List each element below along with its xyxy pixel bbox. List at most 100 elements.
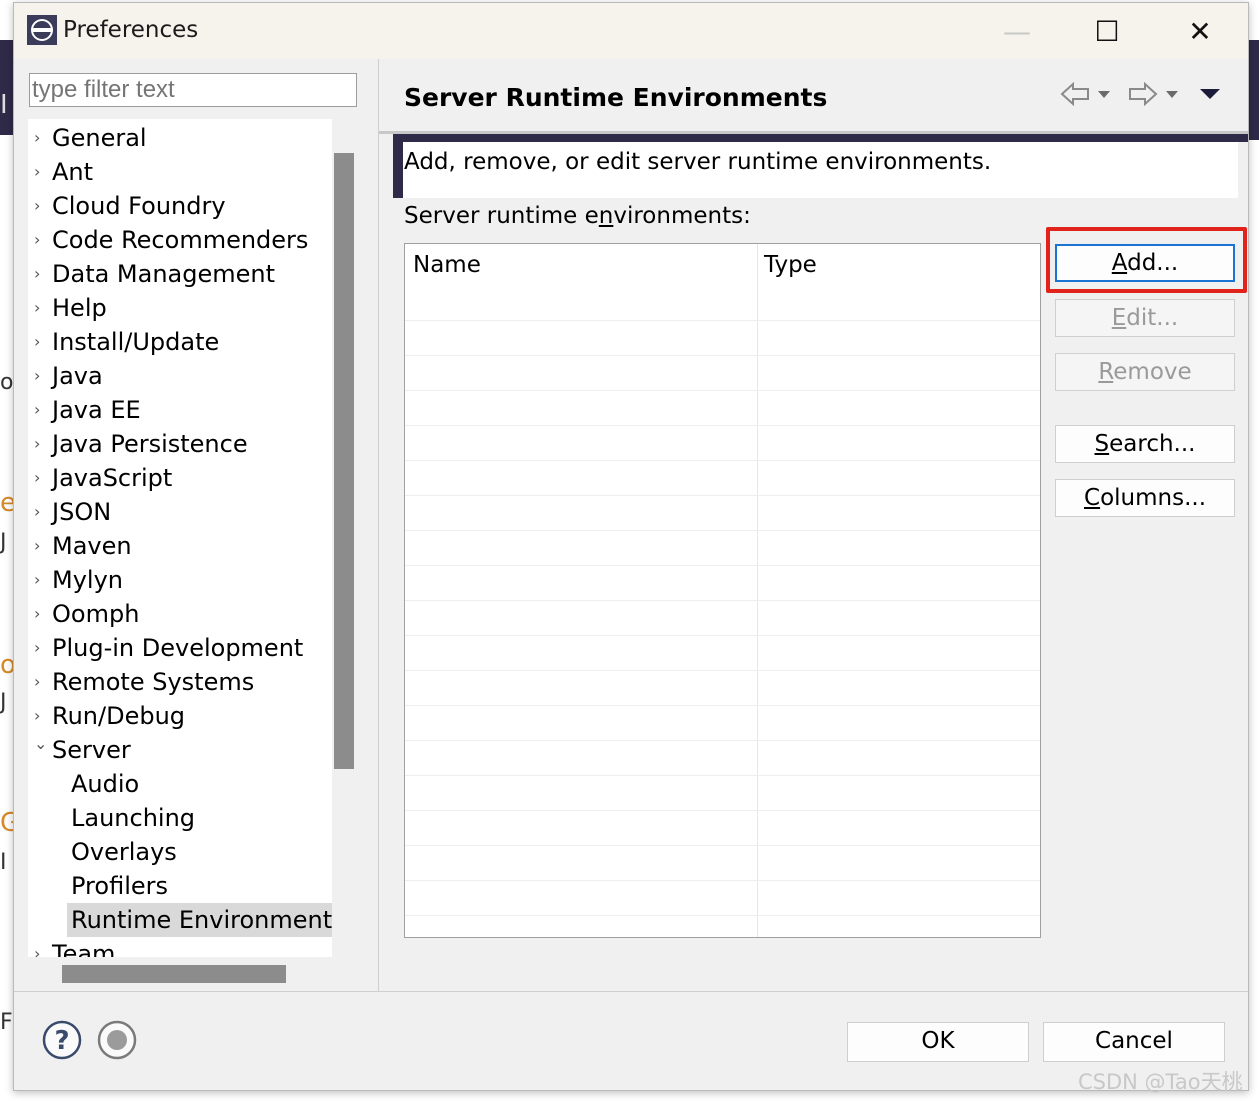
tree-item-label: Overlays [71, 838, 177, 866]
svg-text:?: ? [54, 1026, 69, 1056]
columns-button[interactable]: Columns... [1055, 479, 1235, 517]
label-text: Server runtime e [404, 203, 599, 229]
forward-arrow-icon[interactable] [1128, 81, 1158, 107]
record-macro-icon[interactable] [97, 1020, 137, 1060]
chevron-right-icon[interactable]: › [34, 121, 48, 155]
tree-item-label: General [52, 124, 147, 152]
table-row [405, 845, 1040, 846]
search-mnemonic: S [1094, 431, 1110, 457]
tree-item-label: Java EE [52, 396, 141, 424]
background-header-band [0, 40, 14, 135]
description-band [393, 134, 1248, 142]
cancel-button[interactable]: Cancel [1043, 1022, 1225, 1062]
tree-horizontal-scroll-thumb[interactable] [62, 965, 286, 983]
tree-item-label: Java Persistence [52, 430, 248, 458]
chevron-right-icon[interactable]: › [34, 223, 48, 257]
table-row [405, 600, 1040, 601]
chevron-right-icon[interactable]: › [34, 359, 48, 393]
chevron-right-icon[interactable]: › [34, 155, 48, 189]
table-row [405, 460, 1040, 461]
tree-item-label: Remote Systems [52, 668, 255, 696]
watermark: CSDN @Tao天桃 [1078, 1070, 1243, 1094]
tree-item-label: Team [52, 940, 116, 957]
preference-tree[interactable]: › General › Ant › Cloud Foundry › Code Recommen… [28, 119, 358, 957]
search-button[interactable]: Search... [1055, 425, 1235, 463]
edit-mnemonic: E [1111, 305, 1127, 331]
chevron-right-icon[interactable]: › [34, 393, 48, 427]
table-row [405, 915, 1040, 916]
tree-item-label: Runtime Environments [67, 903, 349, 937]
help-icon[interactable]: ? [42, 1020, 82, 1060]
runtime-list-label: Server runtime environments: [404, 203, 751, 229]
table-row [405, 635, 1040, 636]
forward-history-dropdown-icon[interactable] [1164, 86, 1180, 102]
background-window: I o e J o J G I Fr [0, 0, 20, 1101]
chevron-right-icon[interactable]: › [34, 189, 48, 223]
tree-item-label: Audio [71, 770, 140, 798]
edit-button: Edit... [1055, 299, 1235, 337]
label-mnemonic: n [598, 203, 614, 229]
footer-separator [14, 991, 1248, 992]
chevron-right-icon[interactable]: › [34, 597, 48, 631]
chevron-right-icon[interactable]: › [34, 937, 48, 957]
columns-label: olumns... [1100, 485, 1206, 511]
ok-button[interactable]: OK [847, 1022, 1029, 1062]
add-button-highlight [1046, 227, 1247, 293]
page-title: Server Runtime Environments [404, 83, 828, 112]
chevron-right-icon[interactable]: › [34, 529, 48, 563]
title-bar: Preferences — ☐ ✕ [14, 3, 1248, 59]
close-button[interactable]: ✕ [1177, 11, 1223, 51]
remove-button: Remove [1055, 353, 1235, 391]
page-description: Add, remove, or edit server runtime envi… [404, 149, 992, 175]
preferences-dialog: Preferences — ☐ ✕ ›General›Ant›Cloud Fou… [13, 2, 1249, 1091]
filter-input[interactable] [29, 73, 357, 107]
tree-item-label: Oomph [52, 600, 140, 628]
column-divider [757, 244, 758, 937]
table-row [405, 670, 1040, 671]
table-row [405, 320, 1040, 321]
back-arrow-icon[interactable] [1060, 81, 1090, 107]
chevron-right-icon[interactable]: › [34, 257, 48, 291]
chevron-down-icon[interactable]: ⌄ [34, 727, 48, 761]
chevron-right-icon[interactable]: › [34, 631, 48, 665]
chevron-right-icon[interactable]: › [34, 563, 48, 597]
chevron-right-icon[interactable]: › [34, 665, 48, 699]
table-row [405, 880, 1040, 881]
search-label: earch... [1109, 431, 1196, 457]
runtime-environments-table[interactable]: Name Type [404, 243, 1041, 938]
background-text: I [0, 850, 7, 875]
tree-item-label: Run/Debug [52, 702, 186, 730]
background-text: o [0, 370, 14, 395]
tree-item-label: Maven [52, 532, 132, 560]
tree-item-label: Ant [52, 158, 94, 186]
background-text: J [0, 690, 7, 715]
minimize-button[interactable]: — [994, 11, 1040, 51]
tree-item-label: Plug-in Development [52, 634, 304, 662]
chevron-right-icon[interactable]: › [34, 427, 48, 461]
background-text: J [0, 530, 7, 555]
back-history-dropdown-icon[interactable] [1096, 86, 1112, 102]
window-title: Preferences [63, 17, 199, 43]
remove-mnemonic: R [1098, 359, 1114, 385]
chevron-right-icon[interactable]: › [34, 325, 48, 359]
table-row [405, 810, 1040, 811]
columns-mnemonic: C [1084, 485, 1101, 511]
tree-item-label: Cloud Foundry [52, 192, 226, 220]
table-row [405, 775, 1040, 776]
table-row [405, 740, 1040, 741]
chevron-right-icon[interactable]: › [34, 291, 48, 325]
tree-item-label: Data Management [52, 260, 276, 288]
tree-vertical-scroll-thumb[interactable] [334, 153, 354, 769]
view-menu-dropdown-icon[interactable] [1198, 85, 1222, 103]
table-row [405, 355, 1040, 356]
column-header-type[interactable]: Type [764, 252, 817, 278]
tree-item-label: Install/Update [52, 328, 220, 356]
table-row [405, 425, 1040, 426]
maximize-button[interactable]: ☐ [1084, 11, 1130, 51]
chevron-right-icon[interactable]: › [34, 461, 48, 495]
tree-item-label: Server [52, 736, 131, 764]
chevron-right-icon[interactable]: › [34, 495, 48, 529]
remove-label: emove [1113, 359, 1192, 385]
column-header-name[interactable]: Name [413, 252, 481, 278]
tree-item-label: JSON [52, 498, 112, 526]
